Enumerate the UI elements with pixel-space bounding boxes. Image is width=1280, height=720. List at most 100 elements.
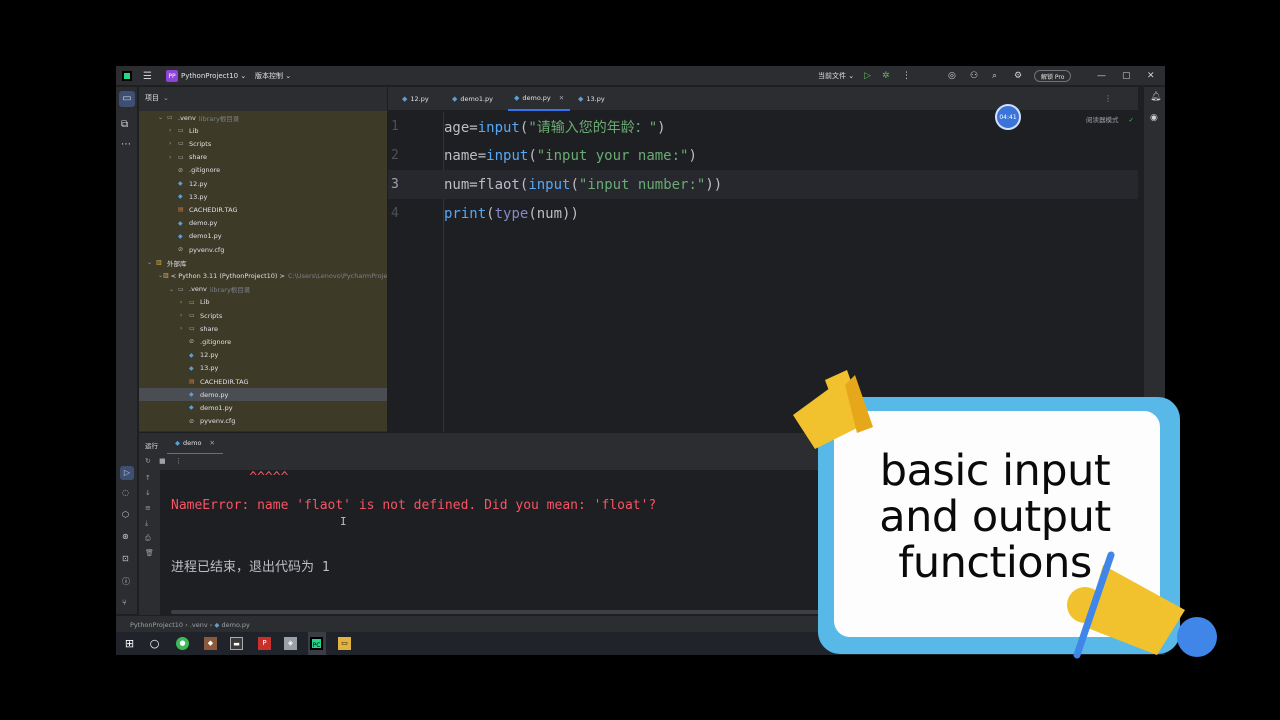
packages-icon[interactable]: ⬡ — [122, 510, 129, 519]
terminal-icon[interactable]: ⊡ — [122, 554, 129, 563]
tree-item[interactable]: ⌄ ▭ .venv library根目录 — [139, 283, 387, 296]
chevron-icon[interactable]: ⌄ — [158, 114, 167, 121]
reader-mode-toggle[interactable]: 阅读器模式 ✓ — [1086, 114, 1134, 124]
clear-trash-icon[interactable]: 🗑︎ — [145, 549, 154, 557]
tree-item[interactable]: ◆ 12.py — [139, 177, 387, 190]
tree-item[interactable]: › ▭ share — [139, 322, 387, 335]
project-panel-title[interactable]: 项目 ⌄ — [145, 93, 169, 103]
notifications-bell-icon[interactable]: 🔔︎ — [1150, 92, 1161, 102]
chevron-icon[interactable]: ⌄ — [169, 286, 178, 293]
tree-item[interactable]: ▤ CACHEDIR.TAG — [139, 375, 387, 388]
code-line[interactable]: 1 age=input("请输入您的年龄：") — [388, 112, 1138, 141]
editor-tab[interactable]: ◆ demo.py ✕ — [508, 87, 571, 111]
run-icon[interactable]: ▷ — [864, 66, 871, 86]
tree-item[interactable]: › ▭ Scripts — [139, 137, 387, 150]
ai-chat-icon[interactable]: ◉ — [1150, 113, 1158, 123]
pycharm-taskbar-icon[interactable]: PC — [310, 637, 323, 650]
project-name-dropdown[interactable]: PythonProject10 ⌄ — [181, 66, 246, 86]
tree-item[interactable]: › ▭ Lib — [139, 124, 387, 137]
project-badge[interactable]: PP — [166, 70, 178, 82]
problems-icon[interactable]: ⓘ — [122, 576, 130, 587]
tree-item[interactable]: ◆ demo.py — [139, 217, 387, 230]
chevron-icon[interactable]: ⌄ — [147, 259, 156, 266]
scroll-to-end-icon[interactable]: ⤓ — [145, 519, 148, 528]
minimize-icon[interactable]: — — [1097, 66, 1106, 86]
tree-item[interactable]: › ▭ share — [139, 151, 387, 164]
tree-item[interactable]: ◆ 13.py — [139, 362, 387, 375]
tree-item[interactable]: ⌄ ▭ .venv library根目录 — [139, 111, 387, 124]
tree-item[interactable]: ⊘ pyvenv.cfg — [139, 415, 387, 428]
search-icon[interactable]: ⌕ — [992, 66, 997, 86]
more-actions-icon[interactable]: ⋮ — [902, 66, 911, 86]
windows-start-icon[interactable]: ⊞ — [123, 637, 136, 650]
browser-icon[interactable]: ● — [176, 637, 189, 650]
file-explorer-icon[interactable]: ▭ — [338, 637, 351, 650]
chevron-icon[interactable]: › — [169, 154, 178, 161]
chevron-icon[interactable]: › — [180, 312, 189, 319]
code-line[interactable]: 2 name=input("input your name:") — [388, 141, 1138, 170]
tree-item[interactable]: ◆ demo1.py — [139, 401, 387, 414]
tree-item[interactable]: ⊘ pyvenv.cfg — [139, 243, 387, 256]
soft-wrap-icon[interactable]: ≡ — [145, 504, 151, 512]
code-line[interactable]: 4 print(type(num)) — [388, 199, 1138, 228]
structure-icon[interactable]: ⧉ — [121, 119, 128, 130]
chevron-icon[interactable]: › — [180, 325, 189, 332]
more-tools-icon[interactable]: ⋯ — [121, 139, 131, 150]
tree-item[interactable]: ◆ 13.py — [139, 190, 387, 203]
tree-item[interactable]: › ▭ Scripts — [139, 309, 387, 322]
console-hscrollbar[interactable] — [171, 610, 871, 614]
rerun-icon[interactable]: ↻ — [145, 457, 151, 465]
add-user-icon[interactable]: ⚇ — [970, 66, 978, 86]
breadcrumb[interactable]: PythonProject10 › .venv › ◆ demo.py — [130, 621, 250, 629]
scroll-down-icon[interactable]: ↓ — [145, 489, 151, 497]
scroll-up-icon[interactable]: ↑ — [145, 474, 151, 482]
services-icon[interactable]: ◌ — [122, 488, 129, 497]
tree-item[interactable]: ⌄ ▥ < Python 3.11 (PythonProject10) > C:\Us… — [139, 269, 387, 282]
main-menu-icon[interactable]: ☰ — [143, 66, 152, 86]
tree-item[interactable]: ⊘ .gitignore — [139, 335, 387, 348]
tabs-more-icon[interactable]: ⋮ — [1104, 94, 1112, 103]
taskbar-search-icon[interactable]: ○ — [148, 637, 161, 650]
tree-item-label: 外部库 — [167, 259, 187, 268]
maximize-icon[interactable]: ▢ — [1122, 66, 1131, 86]
more-run-actions-icon[interactable]: ⋮ — [175, 457, 182, 465]
print-icon[interactable]: ⎙ — [145, 534, 151, 543]
editor-tab[interactable]: ◆ demo1.py — [446, 87, 499, 111]
tree-item[interactable]: ⌄ ▥ 外部库 — [139, 256, 387, 269]
tree-item[interactable]: ◆ 12.py — [139, 349, 387, 362]
code-text: age=input("请输入您的年龄：") — [444, 119, 666, 136]
breadcrumb-item[interactable]: demo.py — [221, 621, 249, 629]
settings-gear-icon[interactable]: ⚙ — [1014, 66, 1022, 86]
terminal-app-icon[interactable]: ▬ — [230, 637, 243, 650]
python-console-icon[interactable]: ⊛ — [122, 532, 129, 541]
app-cube-icon[interactable]: ◆ — [204, 637, 217, 650]
breadcrumb-item[interactable]: .venv — [190, 621, 208, 629]
powerpoint-icon[interactable]: P — [258, 637, 271, 650]
tree-item[interactable]: ⊘ .gitignore — [139, 164, 387, 177]
project-folder-icon[interactable]: ▭ — [119, 91, 135, 107]
run-tab-demo[interactable]: ◆ demo ✕ — [167, 433, 223, 455]
close-tab-icon[interactable]: ✕ — [559, 94, 564, 102]
editor-tab[interactable]: ◆ 12.py — [396, 87, 435, 111]
tree-item[interactable]: ▤ CACHEDIR.TAG — [139, 203, 387, 216]
file-app-icon[interactable]: ◈ — [284, 637, 297, 650]
close-icon[interactable]: ✕ — [1147, 66, 1155, 86]
code-line[interactable]: 3 num=flaot(input("input number:")) — [388, 170, 1138, 199]
debug-icon[interactable]: ✲ — [882, 66, 890, 86]
vcs-dropdown[interactable]: 版本控制 ⌄ — [255, 66, 291, 86]
chevron-icon[interactable]: › — [169, 127, 178, 134]
unlock-pro-button[interactable]: 解锁 Pro — [1034, 70, 1072, 82]
chevron-icon[interactable]: › — [169, 140, 178, 147]
tree-item[interactable]: ◆ demo1.py — [139, 230, 387, 243]
close-tab-icon[interactable]: ✕ — [209, 439, 214, 447]
editor-tab[interactable]: ◆ 13.py — [572, 87, 611, 111]
run-config-dropdown[interactable]: 当前文件 ⌄ — [818, 66, 854, 86]
stop-icon[interactable]: ■ — [159, 457, 166, 465]
breadcrumb-item[interactable]: PythonProject10 — [130, 621, 183, 629]
tree-item[interactable]: ◆ demo.py — [139, 388, 387, 402]
run-tool-icon[interactable]: ▷ — [120, 466, 134, 480]
git-icon[interactable]: ⑂ — [122, 598, 127, 607]
chevron-icon[interactable]: › — [180, 299, 189, 306]
tree-item[interactable]: › ▭ Lib — [139, 296, 387, 309]
ai-assistant-icon[interactable]: ◎ — [948, 66, 956, 86]
